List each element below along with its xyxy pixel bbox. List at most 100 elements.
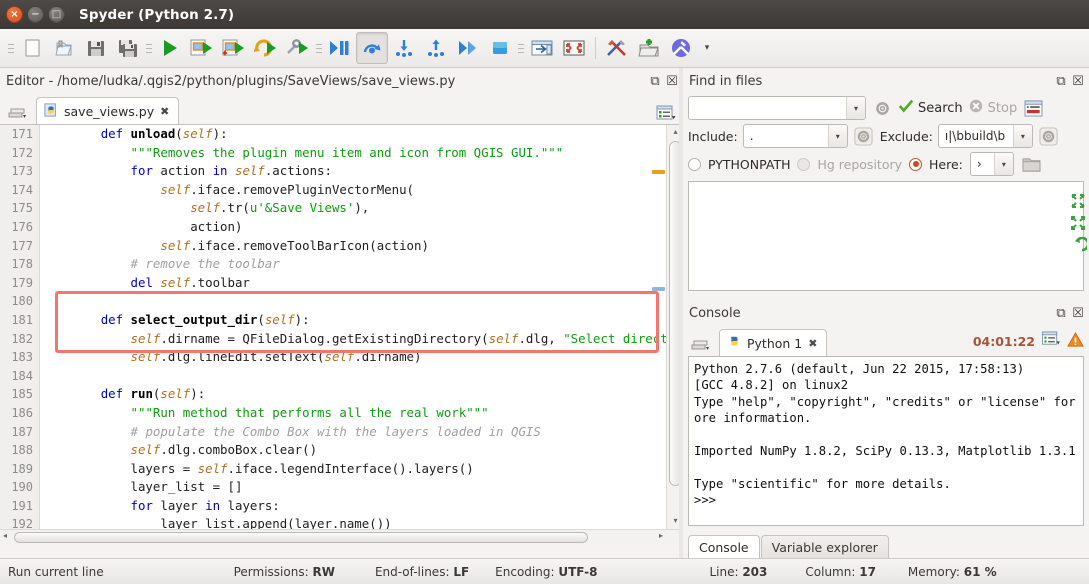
code-line[interactable]: def run(self): — [41, 385, 683, 404]
include-input-value[interactable]: . — [750, 129, 828, 143]
here-radio[interactable] — [909, 157, 922, 171]
code-lines[interactable]: def unload(self): """Removes the plugin … — [41, 125, 683, 544]
debug-step-return-icon[interactable] — [420, 32, 452, 64]
re-run-icon[interactable] — [250, 32, 282, 64]
code-line[interactable]: self.iface.removeToolBarIcon(action) — [41, 237, 683, 256]
toolbar-grip[interactable] — [6, 37, 16, 59]
restore-icon[interactable] — [1067, 234, 1089, 256]
console-output[interactable]: Python 2.7.6 (default, Jun 22 2015, 17:5… — [688, 356, 1084, 526]
toolbar-grip-4[interactable] — [516, 37, 526, 59]
code-line[interactable]: # remove the toolbar — [41, 255, 683, 274]
bottom-tab-variable-explorer[interactable]: Variable explorer — [760, 535, 889, 558]
run-cell-advance-icon[interactable] — [218, 32, 250, 64]
scroll-right-arrow-icon[interactable]: ▸ — [659, 531, 663, 540]
find-in-files-undock-icon[interactable]: ⧉ — [1054, 74, 1068, 89]
code-editor[interactable]: 171 172 173 174 175 176 177 178 179 180 181 182 183 1… — [0, 124, 683, 544]
debug-step-over-icon[interactable] — [356, 32, 388, 64]
run-file-icon[interactable] — [154, 32, 186, 64]
code-line[interactable]: for action in self.actions: — [41, 162, 683, 181]
exclude-regex-gear-icon[interactable] — [1038, 125, 1060, 147]
debug-file-icon[interactable] — [324, 32, 356, 64]
console-options-icon[interactable] — [1041, 331, 1061, 352]
regex-options-icon[interactable] — [1022, 97, 1044, 119]
exclude-input[interactable]: ı|\bbuild\b ▾ — [937, 124, 1033, 148]
pythonpath-radio[interactable] — [688, 157, 701, 171]
save-all-icon[interactable] — [112, 32, 144, 64]
browse-tabs-button[interactable] — [2, 98, 36, 124]
collapse-all-icon[interactable] — [1067, 190, 1089, 212]
editor-tab-save-views[interactable]: save_views.py ✖ — [36, 97, 180, 124]
include-input[interactable]: . ▾ — [742, 124, 848, 148]
code-line[interactable]: action) — [41, 218, 683, 237]
new-file-icon[interactable] — [16, 32, 48, 64]
code-line[interactable]: def select_output_dir(self): — [41, 311, 683, 330]
bottom-tab-console[interactable]: Console — [688, 535, 760, 558]
code-line[interactable]: self.tr(u'&Save Views'), — [41, 199, 683, 218]
scroll-left-arrow-icon[interactable]: ◂ — [3, 531, 7, 540]
line-number: 186 — [11, 405, 33, 420]
find-in-files-close-icon[interactable]: ☒ — [1071, 74, 1085, 89]
code-line[interactable]: # populate the Combo Box with the layers… — [41, 423, 683, 442]
code-line[interactable]: """Run method that performs all the real… — [41, 404, 683, 423]
code-line[interactable]: def unload(self): — [41, 125, 683, 144]
exclude-input-value[interactable]: ı|\bbuild\b — [945, 129, 1013, 143]
toolbar-grip-3[interactable] — [314, 37, 324, 59]
console-close-icon[interactable]: ☒ — [1071, 306, 1085, 321]
minimize-window-button[interactable]: − — [27, 6, 44, 23]
search-history-caret-icon[interactable]: ▾ — [846, 97, 865, 119]
editor-close-icon[interactable]: ☒ — [665, 74, 679, 89]
toolbar-grip-2[interactable] — [144, 37, 154, 59]
status-memory-label: Memory: — [907, 564, 960, 579]
search-input[interactable]: ▾ — [688, 96, 866, 120]
code-line[interactable]: layer_list = [] — [41, 478, 683, 497]
include-regex-gear-icon[interactable] — [853, 125, 875, 147]
expand-all-icon[interactable] — [1067, 212, 1089, 234]
here-path-value[interactable]: › — [977, 157, 994, 171]
editor-tab-close-icon[interactable]: ✖ — [160, 105, 169, 118]
editor-undock-icon[interactable]: ⧉ — [648, 74, 662, 89]
spyder-tools-icon[interactable] — [665, 32, 697, 64]
code-line[interactable] — [41, 367, 683, 386]
browse-folder-icon[interactable] — [1021, 153, 1043, 175]
stop-button[interactable]: Stop — [968, 98, 1017, 118]
open-file-icon[interactable] — [48, 32, 80, 64]
debug-continue-icon[interactable] — [452, 32, 484, 64]
exclude-caret-icon[interactable]: ▾ — [1012, 125, 1032, 147]
code-line[interactable]: """Removes the plugin menu item and icon… — [41, 144, 683, 163]
code-token: # remove the toolbar — [130, 256, 280, 272]
console-tab-python-1[interactable]: Python 1 ✖ — [719, 329, 828, 356]
close-window-button[interactable]: × — [6, 6, 23, 23]
configure-run-icon[interactable] — [282, 32, 314, 64]
console-browse-tabs-button[interactable] — [685, 330, 719, 356]
code-line[interactable]: self.dirname = QFileDialog.getExistingDi… — [41, 330, 683, 349]
maximize-window-button[interactable]: □ — [48, 6, 65, 23]
code-line[interactable] — [41, 292, 683, 311]
search-results-area[interactable] — [688, 181, 1084, 291]
code-line[interactable]: self.dlg.lineEdit.setText(self.dirname) — [41, 348, 683, 367]
here-path-input[interactable]: › ▾ — [969, 152, 1014, 176]
code-line[interactable]: for layer in layers: — [41, 497, 683, 516]
preferences-icon[interactable] — [601, 32, 633, 64]
toolbar-overflow-caret[interactable]: ▾ — [697, 32, 717, 64]
editor-horizontal-scrollbar[interactable]: ◂ ▸ — [0, 529, 683, 544]
editor-hscroll-thumb[interactable] — [14, 532, 588, 543]
fullscreen-icon[interactable] — [558, 32, 590, 64]
code-line[interactable]: layers = self.iface.legendInterface().la… — [41, 460, 683, 479]
console-warning-icon[interactable] — [1067, 331, 1084, 352]
console-tab-close-icon[interactable]: ✖ — [808, 337, 817, 350]
search-options-gear-icon[interactable] — [871, 97, 893, 119]
editor-outline-button[interactable] — [655, 104, 677, 122]
code-line[interactable]: self.dlg.comboBox.clear() — [41, 441, 683, 460]
save-file-icon[interactable] — [80, 32, 112, 64]
here-path-caret-icon[interactable]: ▾ — [993, 153, 1013, 175]
include-caret-icon[interactable]: ▾ — [827, 125, 847, 147]
maximize-pane-icon[interactable] — [526, 32, 558, 64]
code-line[interactable]: del self.toolbar — [41, 274, 683, 293]
search-button[interactable]: Search — [898, 98, 963, 118]
debug-stop-icon[interactable] — [484, 32, 516, 64]
run-cell-icon[interactable] — [186, 32, 218, 64]
console-undock-icon[interactable]: ⧉ — [1054, 306, 1068, 321]
pythonpath-manager-icon[interactable] — [633, 32, 665, 64]
code-line[interactable]: self.iface.removePluginVectorMenu( — [41, 181, 683, 200]
debug-step-into-icon[interactable] — [388, 32, 420, 64]
